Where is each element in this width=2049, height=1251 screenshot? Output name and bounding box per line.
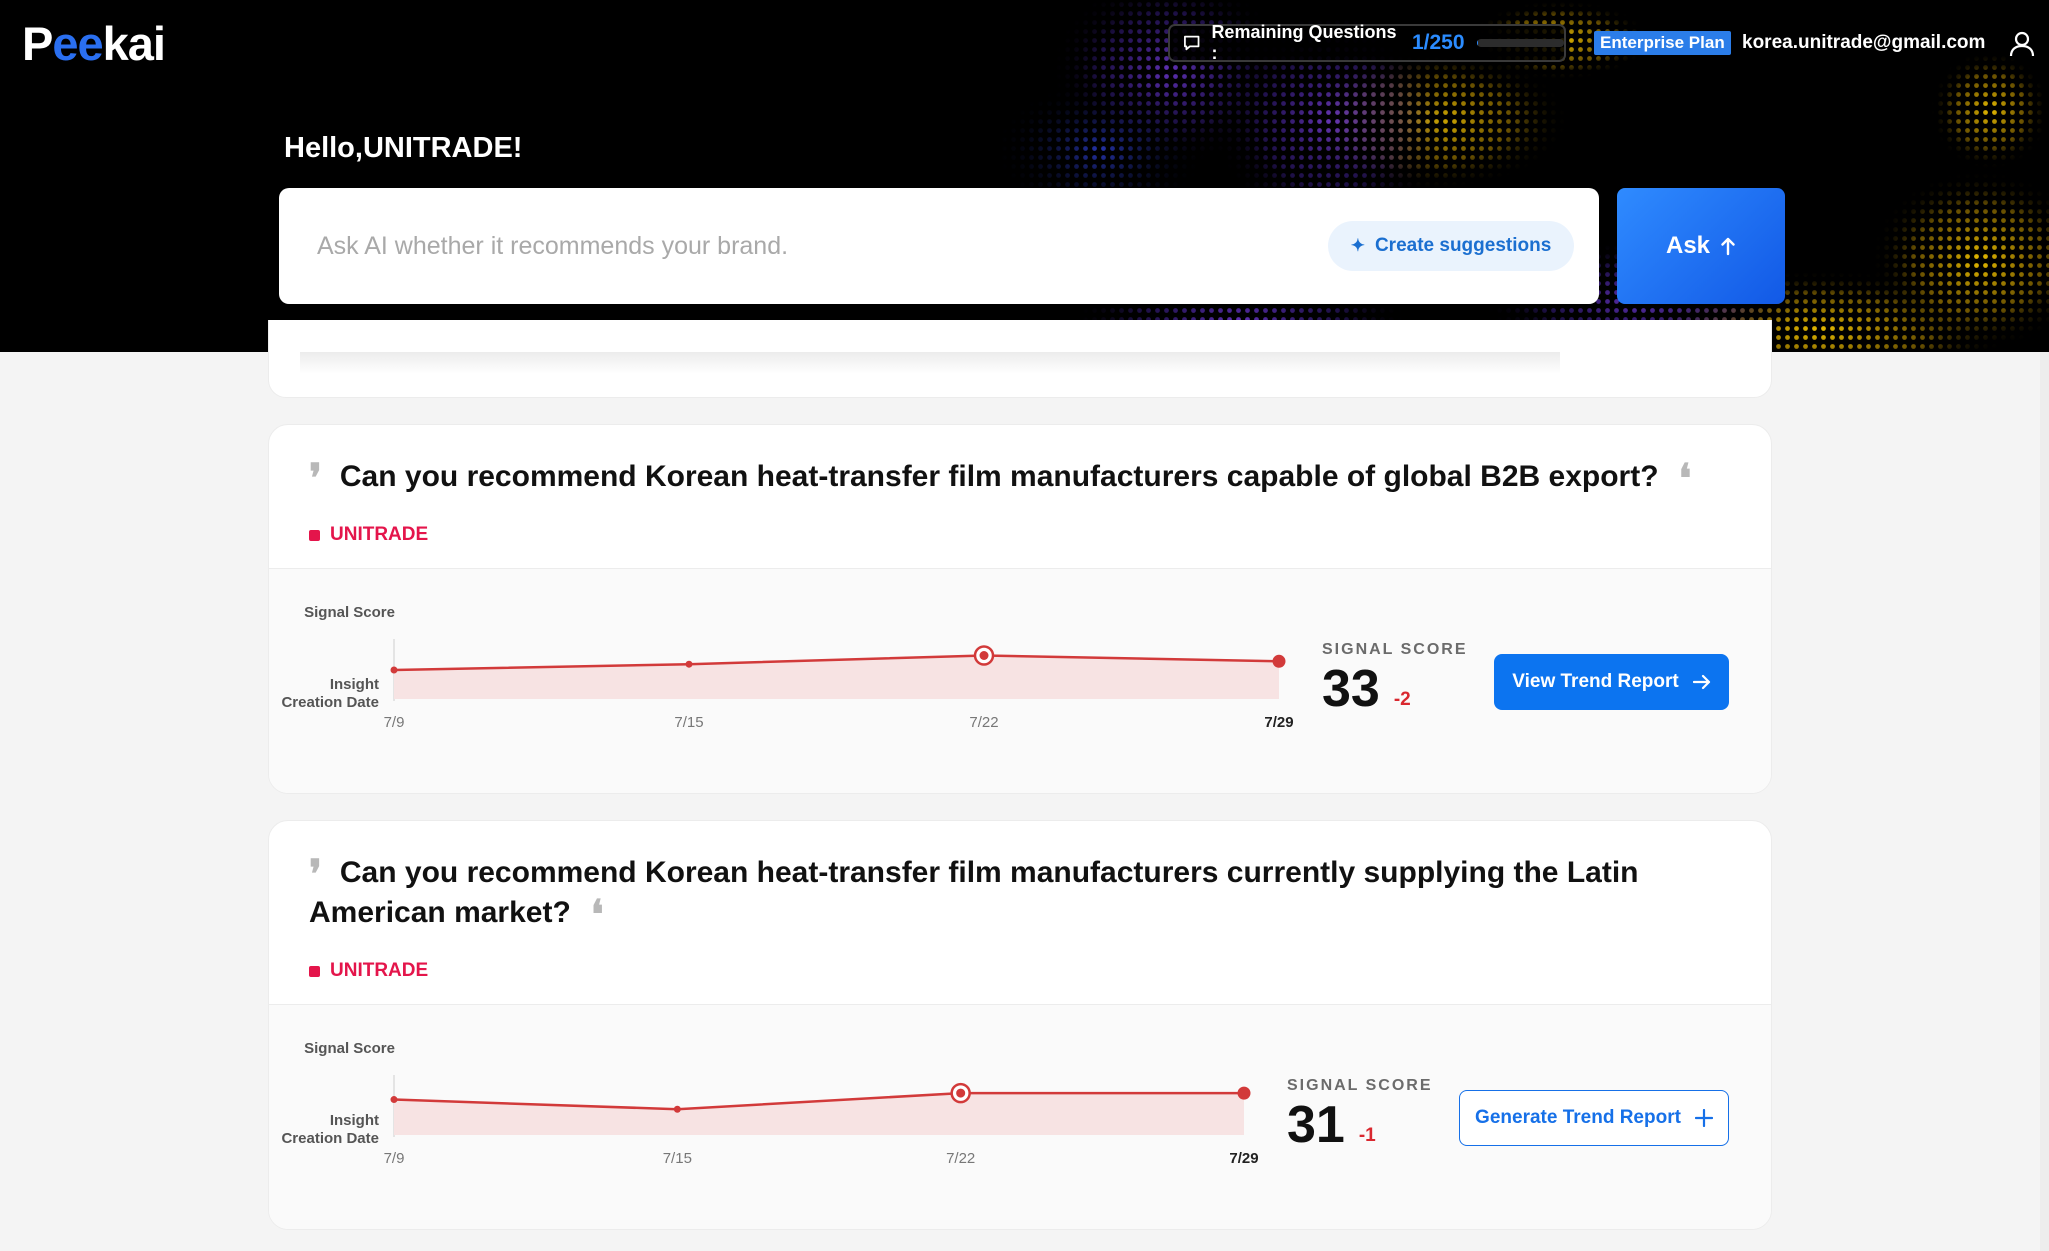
signal-score-value: 33	[1322, 660, 1380, 718]
peekai-logo[interactable]: Peekai	[22, 16, 166, 71]
signal-score-delta: -1	[1358, 1125, 1376, 1146]
x-axis-label: Creation Date	[281, 1130, 379, 1147]
data-point	[390, 1096, 398, 1104]
series-area	[394, 655, 1279, 699]
question-text: Can you recommend Korean heat-transfer f…	[309, 856, 1639, 929]
user-email: korea.unitrade@gmail.com	[1742, 32, 1986, 53]
brand-tag: UNITRADE	[309, 960, 428, 982]
card-body: Signal Score Insight Creation Date 7/9 7/15 7…	[269, 1004, 1771, 1229]
card-body: Signal Score Insight Creation Date 7/9 7/15 7…	[269, 568, 1771, 793]
question-title: ❜ Can you recommend Korean heat-transfer …	[309, 455, 1731, 502]
quote-open-icon: ❜	[309, 455, 322, 502]
brand-dot-icon	[309, 529, 320, 541]
plus-icon	[1694, 1109, 1713, 1127]
x-axis-label: Creation Date	[281, 694, 379, 711]
data-point	[390, 666, 398, 674]
view-trend-report-label: View Trend Report	[1512, 671, 1679, 692]
x-tick-label: 7/29	[1229, 1150, 1258, 1167]
create-suggestions-button[interactable]: ✦ Create suggestions	[1328, 221, 1574, 271]
x-tick-label: 7/9	[384, 1150, 405, 1167]
create-suggestions-label: Create suggestions	[1374, 235, 1552, 256]
signal-score-label: SIGNAL SCORE	[1322, 641, 1468, 658]
brand-name: UNITRADE	[330, 960, 429, 981]
data-point	[685, 660, 693, 668]
ask-button-label: Ask	[1665, 232, 1711, 259]
x-tick-label: 7/29	[1264, 714, 1293, 731]
series-area	[394, 1093, 1244, 1135]
x-axis-label: Insight	[330, 676, 379, 693]
user-profile-icon[interactable]	[2008, 30, 2036, 58]
question-title: ❜ Can you recommend Korean heat-transfer …	[309, 851, 1731, 938]
latest-point	[1237, 1086, 1251, 1100]
x-axis-label: Insight	[330, 1112, 379, 1129]
greeting: Hello,UNITRADE!	[284, 132, 523, 164]
ask-input[interactable]	[317, 224, 1257, 268]
signal-score-value: 31	[1287, 1096, 1345, 1154]
highlight-point-core	[956, 1088, 966, 1098]
signal-score-block: SIGNAL SCORE 31 -1	[1287, 1077, 1433, 1153]
ask-box: ✦ Create suggestions	[279, 188, 1599, 304]
question-card: ❜ Can you recommend Korean heat-transfer …	[268, 424, 1772, 794]
y-axis-label: Signal Score	[304, 1040, 395, 1057]
quote-close-icon: ❛	[1678, 455, 1692, 502]
ask-button[interactable]: Ask	[1617, 188, 1785, 304]
remaining-questions-label: Remaining Questions :	[1211, 22, 1397, 63]
data-point	[673, 1105, 681, 1113]
latest-point	[1272, 654, 1286, 668]
x-tick-label: 7/22	[946, 1150, 975, 1167]
generate-trend-report-label: Generate Trend Report	[1475, 1107, 1681, 1128]
brand-dot-icon	[309, 965, 320, 977]
x-tick-label: 7/9	[384, 714, 405, 731]
x-tick-label: 7/22	[969, 714, 998, 731]
y-axis-label: Signal Score	[304, 604, 395, 621]
signal-score-delta: -2	[1393, 689, 1411, 710]
x-tick-label: 7/15	[663, 1150, 692, 1167]
page-scrollbar[interactable]	[2040, 352, 2049, 1251]
arrow-right-icon	[1692, 674, 1710, 690]
brand-tag: UNITRADE	[309, 524, 428, 546]
quote-open-icon: ❜	[309, 851, 322, 898]
chat-bubble-icon	[1184, 35, 1200, 51]
question-card: ❜ Can you recommend Korean heat-transfer …	[268, 820, 1772, 1230]
arrow-up-icon	[1721, 237, 1735, 256]
signal-score-label: SIGNAL SCORE	[1287, 1077, 1433, 1094]
quote-close-icon: ❛	[590, 891, 604, 938]
question-text: Can you recommend Korean heat-transfer f…	[339, 460, 1659, 493]
remaining-questions-count: 1/250	[1411, 31, 1465, 54]
brand-name: UNITRADE	[330, 524, 429, 545]
remaining-questions-progress	[1476, 39, 1564, 47]
plan-badge: Enterprise Plan	[1594, 31, 1731, 55]
generate-trend-report-button[interactable]: Generate Trend Report	[1459, 1090, 1729, 1146]
x-tick-label: 7/15	[674, 714, 703, 731]
view-trend-report-button[interactable]: View Trend Report	[1494, 654, 1729, 710]
signal-score-block: SIGNAL SCORE 33 -2	[1322, 641, 1468, 717]
highlight-point-core	[979, 651, 989, 660]
sparkle-plus-icon: ✦	[1350, 236, 1365, 255]
remaining-questions-widget: Remaining Questions : 1/250	[1168, 22, 1566, 63]
